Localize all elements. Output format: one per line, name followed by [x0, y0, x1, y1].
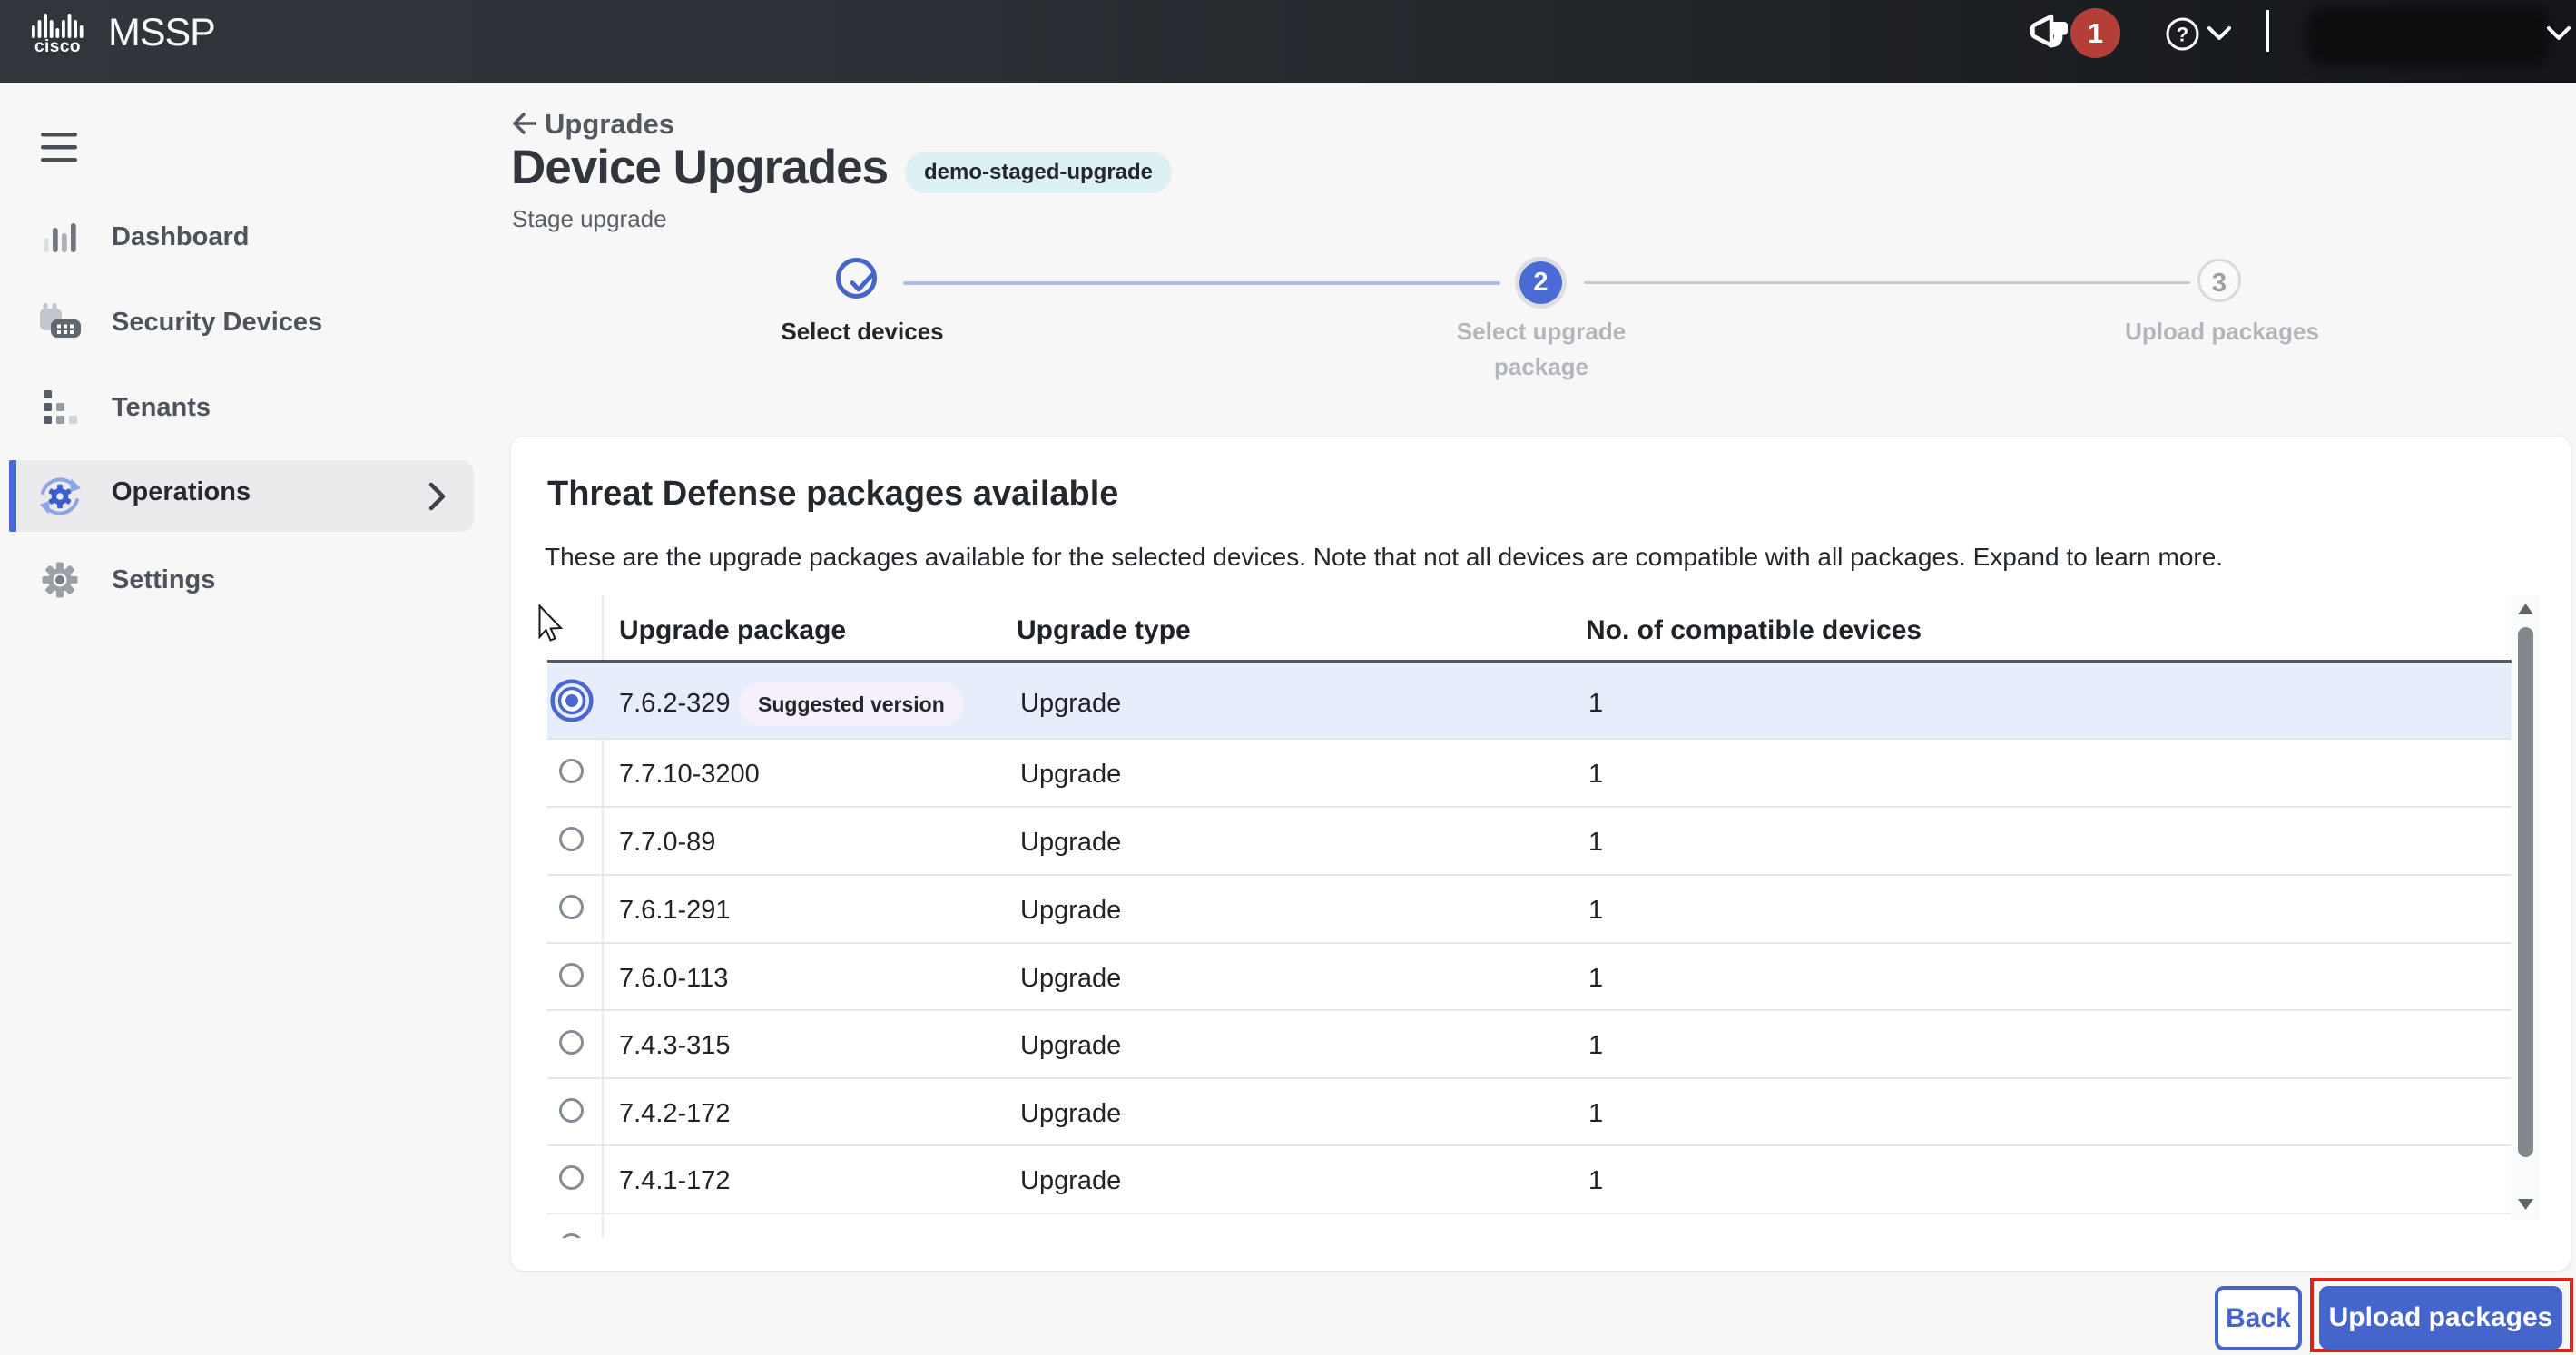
- svg-text:?: ?: [2177, 24, 2188, 46]
- svg-text:cisco: cisco: [34, 37, 81, 54]
